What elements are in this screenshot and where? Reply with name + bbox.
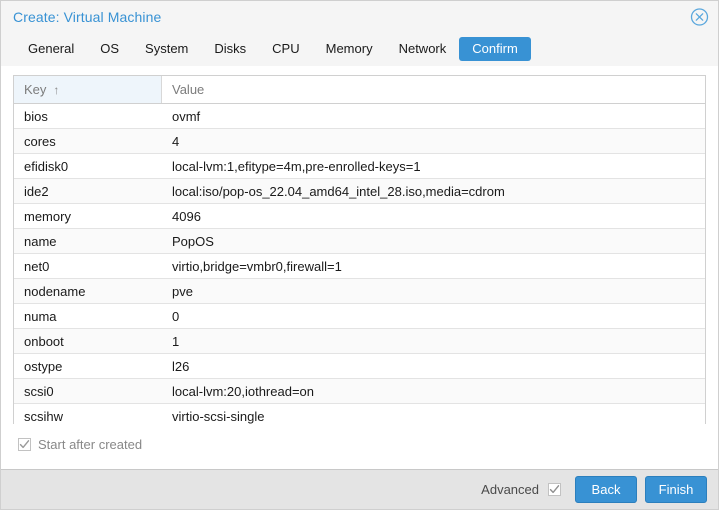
table-row[interactable]: bios ovmf <box>14 104 705 129</box>
row-key: scsihw <box>24 408 64 424</box>
tab-system[interactable]: System <box>132 37 201 61</box>
row-value: l26 <box>172 358 190 374</box>
tab-os[interactable]: OS <box>87 37 132 61</box>
row-key: bios <box>24 108 48 124</box>
advanced-checkbox[interactable] <box>548 483 561 496</box>
sort-ascending-icon: ↑ <box>53 82 60 97</box>
tab-confirm[interactable]: Confirm <box>459 37 531 61</box>
tab-general[interactable]: General <box>15 37 87 61</box>
row-key: memory <box>24 208 71 224</box>
column-header-value-label: Value <box>172 82 205 97</box>
start-after-created-row: Start after created <box>13 424 706 456</box>
tab-network[interactable]: Network <box>386 37 460 61</box>
table-row[interactable]: scsihw virtio-scsi-single <box>14 404 705 424</box>
advanced-label: Advanced <box>481 482 539 497</box>
row-value: ovmf <box>172 108 201 124</box>
settings-summary-grid: Key ↑ Value bios ovmf cores 4 efidisk0 local-… <box>13 75 706 424</box>
close-circle-icon[interactable] <box>690 7 709 26</box>
row-value: virtio-scsi-single <box>172 408 265 424</box>
tab-disks[interactable]: Disks <box>201 37 259 61</box>
table-row[interactable]: cores 4 <box>14 129 705 154</box>
table-row[interactable]: numa 0 <box>14 304 705 329</box>
row-key: efidisk0 <box>24 158 69 174</box>
column-header-key[interactable]: Key ↑ <box>14 76 162 103</box>
column-header-value[interactable]: Value <box>162 76 705 103</box>
table-row[interactable]: memory 4096 <box>14 204 705 229</box>
row-value: local:iso/pop-os_22.04_amd64_intel_28.is… <box>172 183 505 199</box>
table-row[interactable]: scsi0 local-lvm:20,iothread=on <box>14 379 705 404</box>
row-value: 1 <box>172 333 180 349</box>
row-value: pve <box>172 283 193 299</box>
table-row[interactable]: nodename pve <box>14 279 705 304</box>
table-row[interactable]: ide2 local:iso/pop-os_22.04_amd64_intel_2… <box>14 179 705 204</box>
grid-rows: bios ovmf cores 4 efidisk0 local-lvm:1,efityp… <box>14 104 705 424</box>
row-value: 4 <box>172 133 180 149</box>
create-vm-dialog: Create: Virtual Machine General OS Syste… <box>0 0 719 510</box>
dialog-title: Create: Virtual Machine <box>13 8 162 25</box>
finish-button[interactable]: Finish <box>645 476 707 503</box>
wizard-tabs: General OS System Disks CPU Memory Netwo… <box>1 32 718 66</box>
column-header-key-label: Key <box>24 82 47 97</box>
row-key: ostype <box>24 358 63 374</box>
row-key: cores <box>24 133 56 149</box>
back-button[interactable]: Back <box>575 476 637 503</box>
row-value: local-lvm:20,iothread=on <box>172 383 314 399</box>
row-value: local-lvm:1,efitype=4m,pre-enrolled-keys… <box>172 158 421 174</box>
table-row[interactable]: net0 virtio,bridge=vmbr0,firewall=1 <box>14 254 705 279</box>
grid-header: Key ↑ Value <box>14 76 705 104</box>
start-after-created-label: Start after created <box>38 437 143 452</box>
tab-cpu[interactable]: CPU <box>259 37 312 61</box>
row-value: PopOS <box>172 233 214 249</box>
row-key: name <box>24 233 57 249</box>
row-key: ide2 <box>24 183 49 199</box>
row-key: net0 <box>24 258 50 274</box>
dialog-titlebar: Create: Virtual Machine <box>1 1 718 32</box>
row-key: onboot <box>24 333 64 349</box>
row-value: 4096 <box>172 208 201 224</box>
table-row[interactable]: ostype l26 <box>14 354 705 379</box>
row-key: scsi0 <box>24 383 54 399</box>
row-value: virtio,bridge=vmbr0,firewall=1 <box>172 258 342 274</box>
row-key: nodename <box>24 283 86 299</box>
start-after-created-checkbox[interactable] <box>18 438 31 451</box>
dialog-body: Key ↑ Value bios ovmf cores 4 efidisk0 local-… <box>1 66 718 469</box>
row-value: 0 <box>172 308 180 324</box>
table-row[interactable]: onboot 1 <box>14 329 705 354</box>
row-key: numa <box>24 308 57 324</box>
dialog-footer: Advanced Back Finish <box>1 469 718 509</box>
table-row[interactable]: efidisk0 local-lvm:1,efitype=4m,pre-enrol… <box>14 154 705 179</box>
table-row[interactable]: name PopOS <box>14 229 705 254</box>
tab-memory[interactable]: Memory <box>313 37 386 61</box>
